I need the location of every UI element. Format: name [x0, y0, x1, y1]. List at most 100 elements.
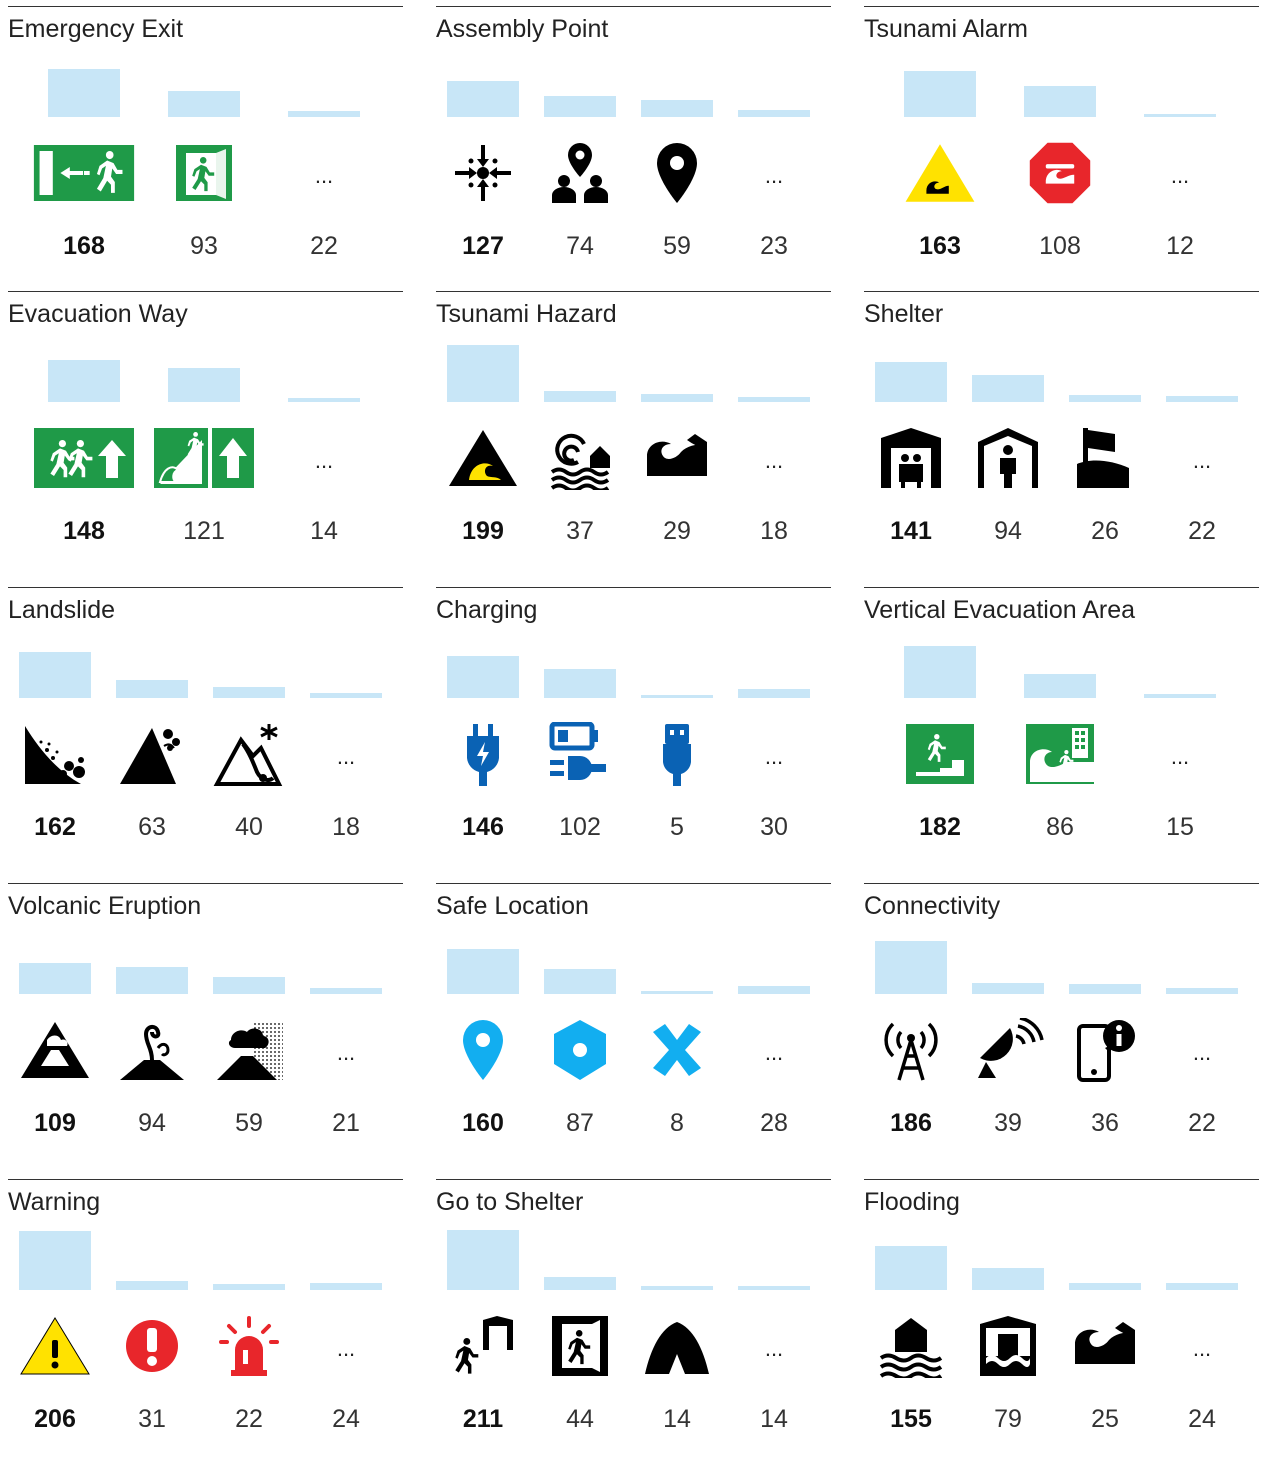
count-label: 121 [183, 517, 225, 545]
bar [972, 1267, 1044, 1290]
bar [116, 967, 188, 994]
tsunami-stop-octagon-icon [1024, 141, 1096, 205]
chart-panel: Tsunami Hazard 199 37 29... 18 [436, 291, 831, 588]
more-icons-ellipsis: ... [1192, 1040, 1212, 1065]
count-label: 36 [1091, 1109, 1119, 1137]
count-label: 5 [670, 813, 684, 841]
chart-panel: Go to Shelter 211 44 14... 14 [436, 1179, 831, 1476]
antenna-tower-icon [875, 1018, 947, 1082]
count-label: 186 [890, 1109, 932, 1137]
more-icons-ellipsis: ... [1192, 448, 1212, 473]
chart-title: Tsunami Hazard [436, 300, 617, 328]
shelter-flag-hill-icon [1069, 426, 1141, 490]
phone-info-icon [1069, 1018, 1141, 1082]
bar [447, 345, 519, 402]
bar [168, 90, 240, 117]
bar [213, 977, 285, 994]
bar [1069, 983, 1141, 994]
bar [641, 991, 713, 994]
count-label: 15 [1166, 813, 1194, 841]
chart-panel: Vertical Evacuation Area 182 86... 15 [864, 587, 1259, 884]
bar [447, 1230, 519, 1290]
volcano-smoke-icon [116, 1018, 188, 1082]
count-label: 155 [890, 1405, 932, 1433]
bar [447, 80, 519, 117]
bar [544, 969, 616, 994]
chart-title: Shelter [864, 300, 944, 328]
bar [48, 69, 120, 117]
more-icons-ellipsis: ... [1170, 163, 1190, 188]
bar [447, 948, 519, 994]
more-icons-ellipsis: ... [336, 1336, 356, 1361]
more-icons-ellipsis: ... [764, 448, 784, 473]
count-label: 18 [760, 517, 788, 545]
count-label: 86 [1046, 813, 1074, 841]
chart-title: Vertical Evacuation Area [864, 596, 1135, 624]
chart-title: Charging [436, 596, 538, 624]
count-label: 23 [760, 232, 788, 260]
tsunami-hazard-triangle-icon [447, 426, 519, 490]
bar [904, 646, 976, 698]
more-icons-ellipsis: ... [1170, 744, 1190, 769]
count-label: 40 [235, 813, 263, 841]
count-label: 109 [34, 1109, 76, 1137]
bar [213, 686, 285, 698]
chart-panel: Evacuation Way 148 121... 14 [8, 291, 403, 588]
bar [116, 680, 188, 698]
blue-x-icon [641, 1018, 713, 1082]
bar [1069, 1282, 1141, 1290]
chart-title: Landslide [8, 596, 116, 624]
more-icons-ellipsis: ... [336, 1040, 356, 1065]
bar [310, 988, 382, 994]
chart-title: Flooding [864, 1188, 960, 1216]
count-label: 44 [566, 1405, 594, 1433]
tsunami-wave-icon [1069, 1314, 1141, 1378]
chart-panel: Charging 146 102 5... 30 [436, 587, 831, 884]
count-label: 146 [462, 813, 504, 841]
chart-panel: Landslide 162 63 40... 18 [8, 587, 403, 884]
count-label: 108 [1039, 232, 1081, 260]
bar [213, 1283, 285, 1290]
assembly-arrows-icon [447, 141, 519, 205]
bar [447, 656, 519, 698]
map-pin-icon [641, 141, 713, 205]
more-icons-ellipsis: ... [314, 163, 334, 188]
count-label: 37 [566, 517, 594, 545]
count-label: 22 [1188, 517, 1216, 545]
count-label: 59 [663, 232, 691, 260]
flood-house-icon [875, 1314, 947, 1378]
count-label: 74 [566, 232, 594, 260]
chart-title: Connectivity [864, 892, 1001, 920]
count-label: 59 [235, 1109, 263, 1137]
chart-title: Emergency Exit [8, 15, 184, 43]
satellite-dish-icon [972, 1018, 1044, 1082]
more-icons-ellipsis: ... [764, 1336, 784, 1361]
chart-title: Volcanic Eruption [8, 892, 202, 920]
bar [1166, 987, 1238, 994]
people-pin-icon [544, 141, 616, 205]
more-icons-ellipsis: ... [336, 744, 356, 769]
avalanche-icon [213, 722, 285, 786]
count-label: 163 [919, 232, 961, 260]
count-label: 21 [332, 1109, 360, 1137]
volcano-ash-icon [213, 1018, 285, 1082]
chart-title: Safe Location [436, 892, 589, 920]
more-icons-ellipsis: ... [764, 1040, 784, 1065]
count-label: 87 [566, 1109, 594, 1137]
bar [641, 695, 713, 698]
bar [738, 689, 810, 698]
bar [288, 398, 360, 402]
count-label: 18 [332, 813, 360, 841]
bar [48, 359, 120, 402]
count-label: 12 [1166, 232, 1194, 260]
chart-panel: Safe Location 160 87 8... 28 [436, 883, 831, 1180]
bar [1166, 395, 1238, 402]
count-label: 63 [138, 813, 166, 841]
emergency-exit-arrow-icon [32, 141, 136, 205]
count-label: 14 [760, 1405, 788, 1433]
count-label: 94 [138, 1109, 166, 1137]
bar [1144, 693, 1216, 698]
mountain-rockfall-icon [116, 722, 188, 786]
bar [1024, 673, 1096, 698]
chart-panel: Flooding 155 79 25... 24 [864, 1179, 1259, 1476]
